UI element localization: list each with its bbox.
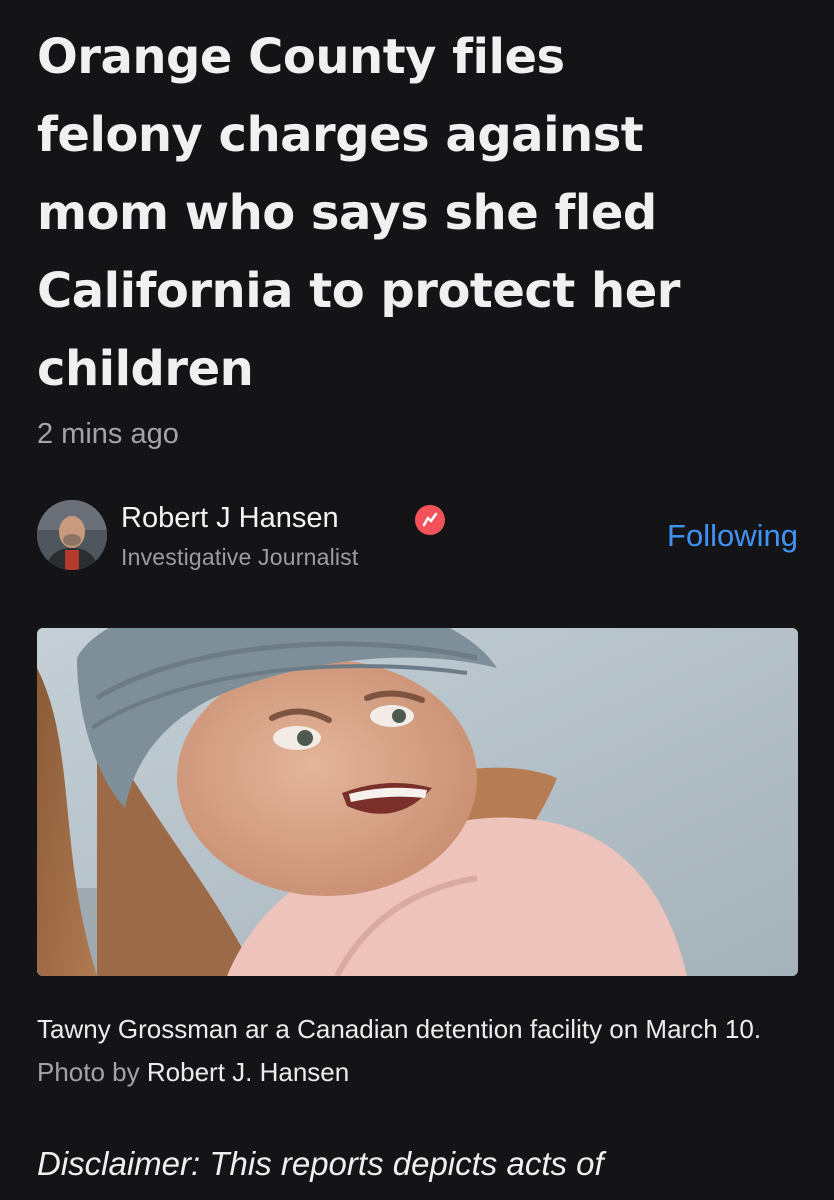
disclaimer-text: Disclaimer: This reports depicts acts of xyxy=(37,1145,604,1182)
author-photo-icon xyxy=(37,500,107,570)
headline-line: felony charges against xyxy=(37,107,644,163)
author-avatar[interactable] xyxy=(37,500,107,570)
author-byline: Robert J Hansen Investigative Journalist… xyxy=(37,500,802,576)
publish-timestamp: 2 mins ago xyxy=(37,418,179,450)
headline-line: children xyxy=(37,341,254,397)
woman-in-beanie-photo xyxy=(37,628,798,976)
author-name[interactable]: Robert J Hansen xyxy=(121,502,339,535)
photo-credit-name[interactable]: Robert J. Hansen xyxy=(147,1057,349,1087)
news-verified-icon xyxy=(415,505,445,535)
headline-line: mom who says she fled xyxy=(37,185,657,241)
article-headline: Orange County files felony charges again… xyxy=(37,18,807,408)
caption-text: Tawny Grossman ar a Canadian detention f… xyxy=(37,1014,762,1044)
headline-line: Orange County files xyxy=(37,29,565,85)
photo-credit-label: Photo by xyxy=(37,1057,140,1087)
lightning-icon xyxy=(422,512,438,527)
author-role: Investigative Journalist xyxy=(121,544,359,570)
photo-caption: Tawny Grossman ar a Canadian detention f… xyxy=(37,1008,807,1094)
following-button[interactable]: Following xyxy=(667,518,798,554)
headline-line: California to protect her xyxy=(37,263,680,319)
article-photo[interactable] xyxy=(37,628,798,976)
